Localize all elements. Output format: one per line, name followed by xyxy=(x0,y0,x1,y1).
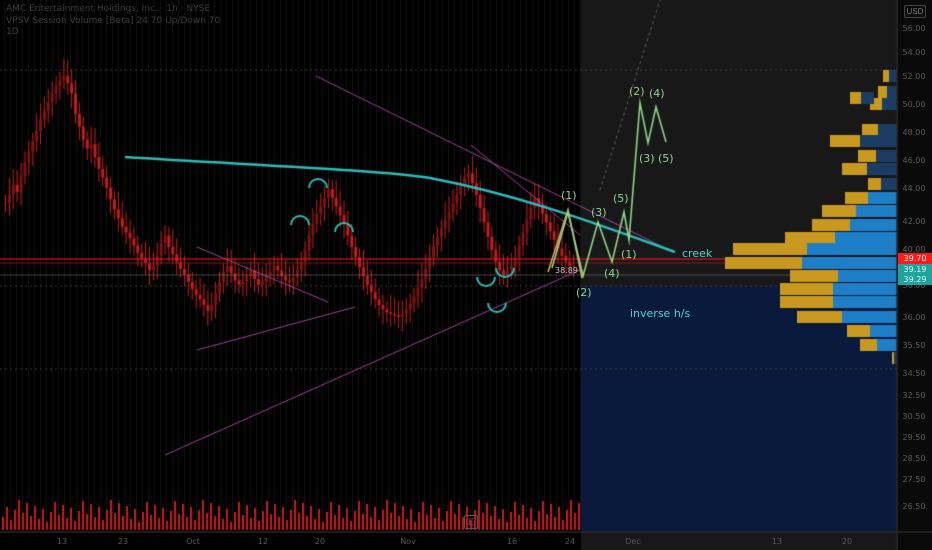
wave-label-big-1: (1) xyxy=(621,248,637,261)
wave-label-1: (1) xyxy=(561,189,577,202)
wave-label-big-4: (4) xyxy=(649,87,665,100)
x-tick-label: 16 xyxy=(506,537,518,546)
currency-button[interactable]: USD xyxy=(904,5,926,18)
y-tick-label: 42.00 xyxy=(902,217,926,226)
indicator-title: VPSV Session Volume [Beta] 24 70 Up/Down… xyxy=(6,16,221,26)
symbol-title: AMC Entertainment Holdings, Inc. · 1h · … xyxy=(6,4,211,14)
last-price-badge: 39.70 xyxy=(898,253,932,264)
x-tick-label: Nov xyxy=(400,537,416,546)
y-tick-label: 28.50 xyxy=(902,454,926,463)
tradingview-logo-icon[interactable]: E xyxy=(464,515,478,529)
y-tick-label: 27.50 xyxy=(902,475,926,484)
y-tick-label: 54.00 xyxy=(902,48,926,57)
y-tick-label: 35.50 xyxy=(902,341,926,350)
x-tick-label: 20 xyxy=(841,537,853,546)
y-tick-label: 30.50 xyxy=(902,412,926,421)
x-tick-label: 23 xyxy=(117,537,129,546)
price-badge-b: 39.29 xyxy=(898,274,932,285)
y-tick-label: 50.00 xyxy=(902,100,926,109)
wave-label-3: (3) xyxy=(591,206,607,219)
wave-label-5: (5) xyxy=(613,192,629,205)
support-price-label: 38.89 xyxy=(555,266,578,275)
x-tick-label: 20 xyxy=(314,537,326,546)
indicator-extra: 1D xyxy=(6,27,19,37)
wave-label-big-2: (2) xyxy=(629,85,645,98)
x-tick-label: 13 xyxy=(56,537,68,546)
x-tick-label: 24 xyxy=(564,537,576,546)
y-tick-label: 44.00 xyxy=(902,184,926,193)
wave-label-4: (4) xyxy=(604,267,620,280)
y-tick-label: 34.50 xyxy=(902,369,926,378)
inverse-hs-label: inverse h/s xyxy=(630,307,691,320)
y-tick-label: 36.00 xyxy=(902,313,926,322)
wave-label-big-3: (3) xyxy=(639,152,655,165)
wave-label-2: (2) xyxy=(576,286,592,299)
y-tick-label: 56.00 xyxy=(902,24,926,33)
y-tick-label: 52.00 xyxy=(902,72,926,81)
x-tick-label: Oct xyxy=(186,537,200,546)
y-tick-label: 46.00 xyxy=(902,156,926,165)
candlestick-chart[interactable] xyxy=(0,0,932,550)
x-tick-label: 13 xyxy=(771,537,783,546)
y-tick-label: 26.50 xyxy=(902,502,926,511)
y-tick-label: 32.50 xyxy=(902,391,926,400)
x-tick-label: Dec xyxy=(625,537,641,546)
x-tick-label: 12 xyxy=(257,537,269,546)
y-tick-label: 29.50 xyxy=(902,433,926,442)
wave-label-big-5: (5) xyxy=(658,152,674,165)
y-tick-label: 48.00 xyxy=(902,128,926,137)
creek-label: creek xyxy=(682,247,713,260)
